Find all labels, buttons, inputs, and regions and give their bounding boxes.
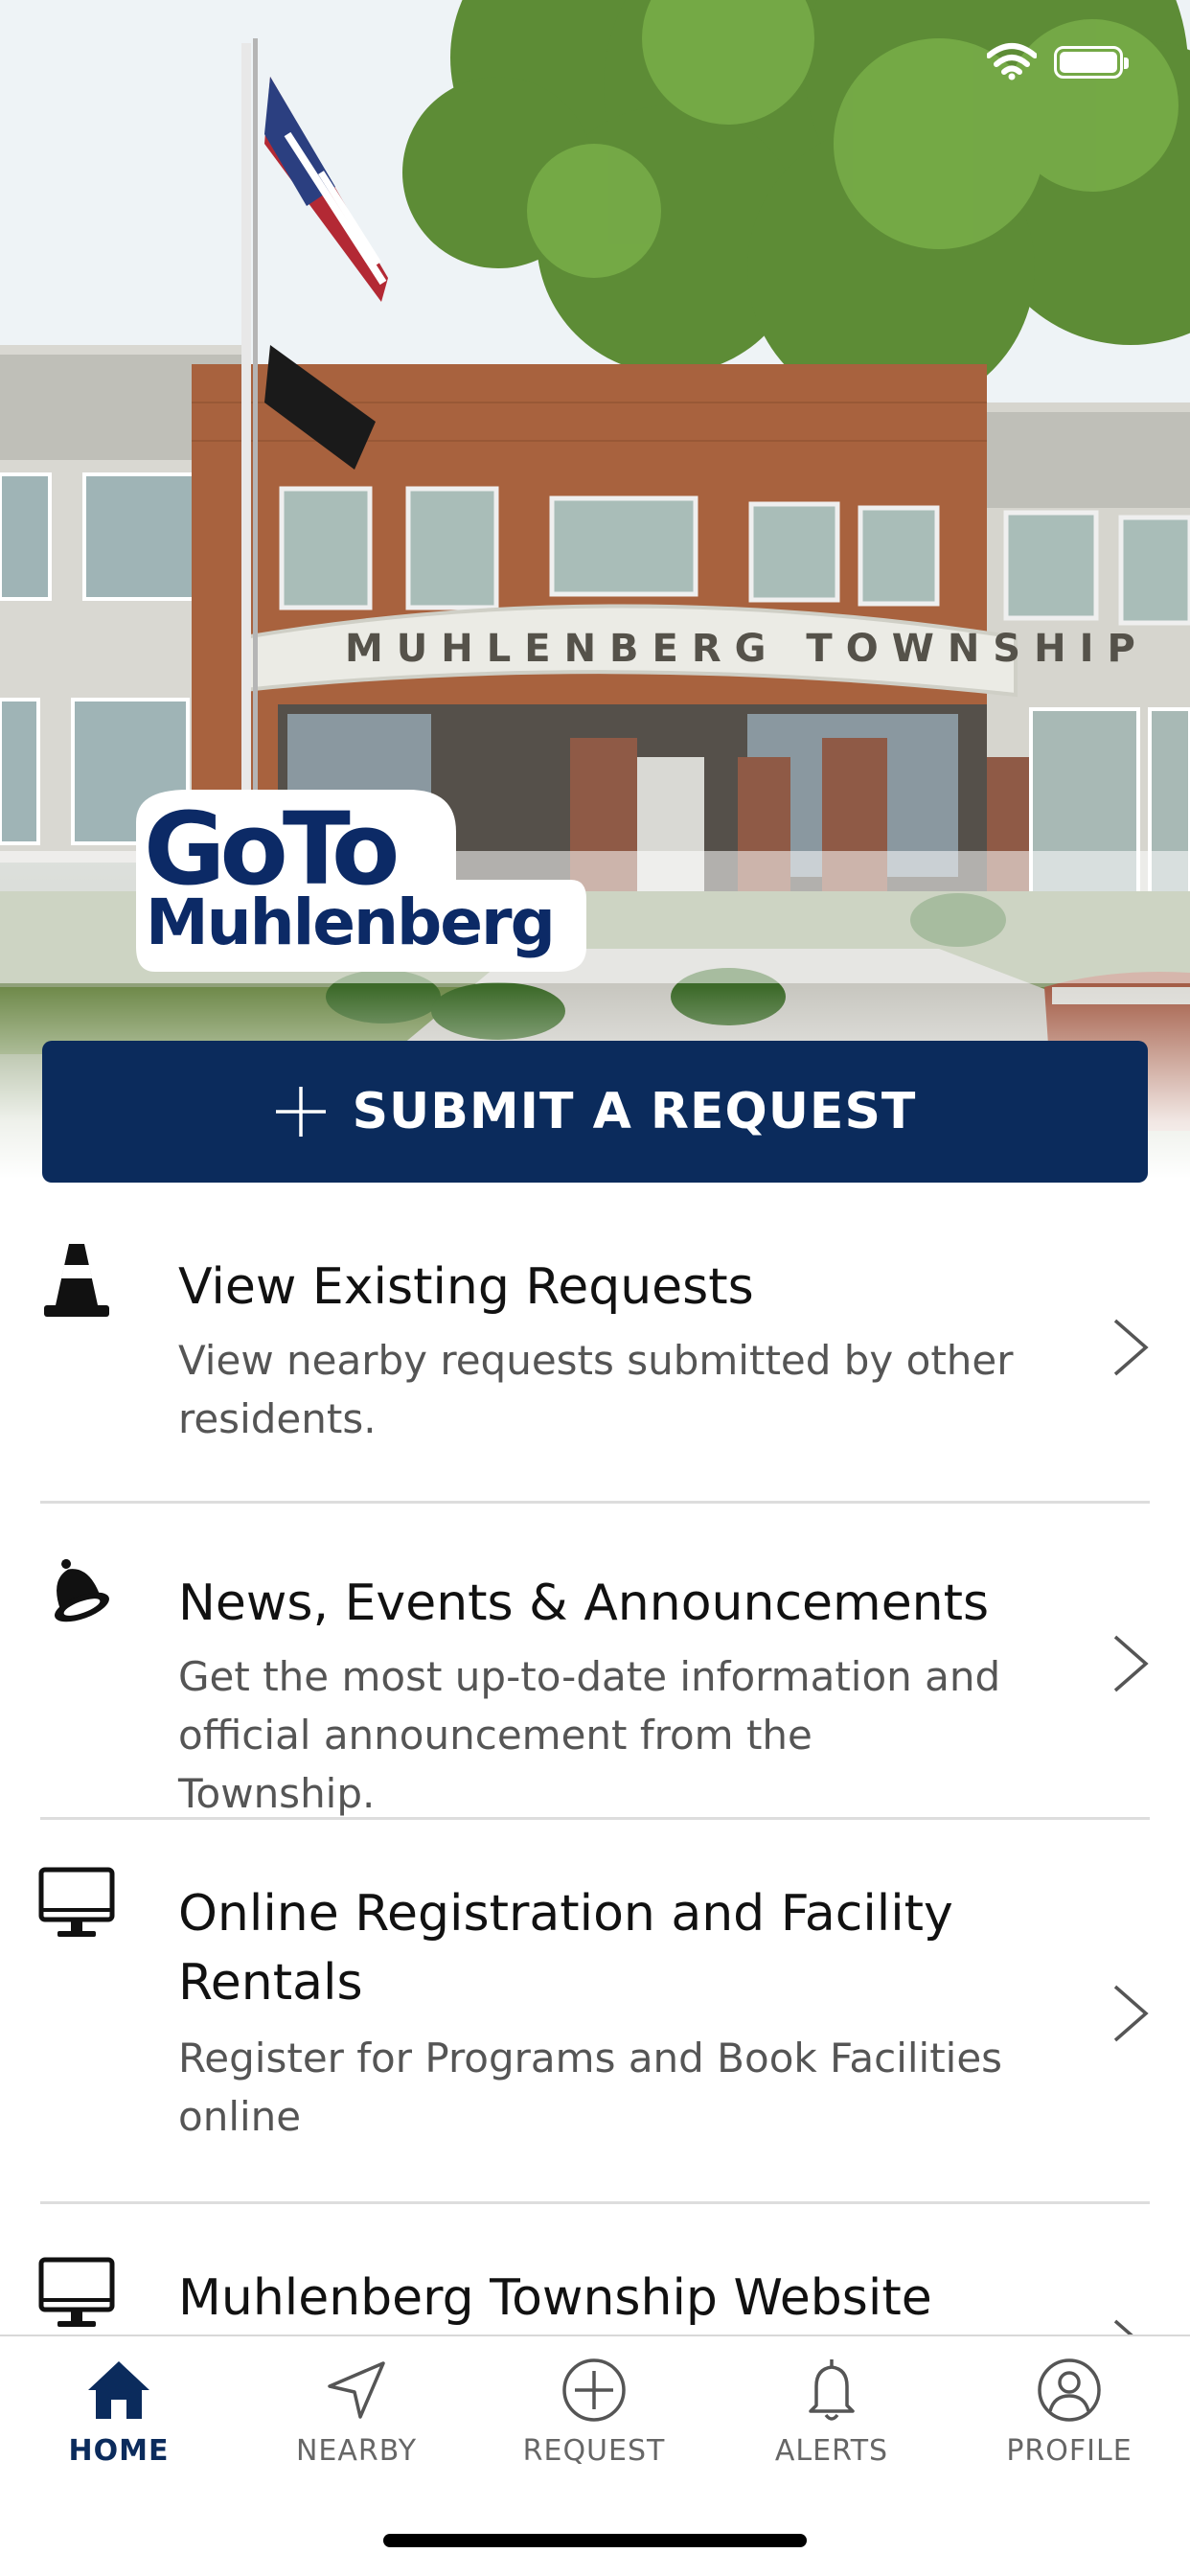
submit-request-button[interactable]: SUBMIT A REQUEST bbox=[42, 1041, 1148, 1183]
menu-item-description: View nearby requests submitted by other … bbox=[178, 1337, 1014, 1442]
logo-muhlenberg-text: Muhlenberg bbox=[146, 886, 556, 959]
computer-monitor-icon bbox=[38, 2257, 115, 2327]
menu-item-description: Register for Programs and Book Facilitie… bbox=[178, 2035, 1003, 2140]
logo-goto-text: GoTo bbox=[144, 791, 400, 908]
tab-alerts[interactable]: ALERTS bbox=[713, 2336, 950, 2499]
plus-circle-icon bbox=[562, 2358, 626, 2422]
menu-item-title: Online Registration and Facility Rentals bbox=[178, 1885, 953, 2012]
traffic-cone-icon bbox=[44, 1244, 109, 1317]
tab-label: PROFILE bbox=[1006, 2434, 1133, 2468]
chevron-right-icon bbox=[1113, 1985, 1149, 2042]
chevron-right-icon bbox=[1113, 1635, 1149, 1692]
tab-label: REQUEST bbox=[522, 2434, 666, 2468]
user-circle-icon bbox=[1038, 2358, 1101, 2422]
tab-home[interactable]: HOME bbox=[0, 2336, 238, 2499]
tab-label: HOME bbox=[68, 2434, 170, 2468]
submit-request-label: SUBMIT A REQUEST bbox=[352, 1083, 917, 1140]
tab-label: ALERTS bbox=[774, 2434, 889, 2468]
chevron-right-icon bbox=[1113, 2319, 1133, 2334]
location-arrow-icon bbox=[328, 2361, 385, 2419]
menu-item-description: Get the most up-to-date information and … bbox=[178, 1653, 1001, 1817]
wifi-icon bbox=[987, 43, 1037, 80]
tab-profile[interactable]: PROFILE bbox=[950, 2336, 1188, 2499]
menu-item-online-registration[interactable]: Online Registration and Facility Rentals… bbox=[0, 1820, 1190, 2203]
goto-muhlenberg-logo: GoTo Muhlenberg bbox=[130, 784, 590, 976]
tab-nearby[interactable]: NEARBY bbox=[238, 2336, 475, 2499]
menu-item-news-events[interactable]: News, Events & Announcements Get the mos… bbox=[0, 1504, 1190, 1819]
menu-item-title: View Existing Requests bbox=[178, 1258, 754, 1316]
computer-monitor-icon bbox=[38, 1867, 115, 1937]
home-indicator[interactable] bbox=[383, 2534, 807, 2547]
tab-request[interactable]: REQUEST bbox=[475, 2336, 713, 2499]
status-bar bbox=[0, 0, 1190, 125]
bell-icon bbox=[54, 1558, 109, 1622]
menu-item-title: News, Events & Announcements bbox=[178, 1575, 990, 1632]
menu-item-view-existing-requests[interactable]: View Existing Requests View nearby reque… bbox=[0, 1183, 1190, 1502]
menu-item-township-website[interactable]: Muhlenberg Township Website bbox=[0, 2204, 1190, 2334]
building-sign: MUHLENBERG TOWNSHIP bbox=[345, 627, 1149, 671]
bell-icon bbox=[809, 2359, 855, 2421]
battery-icon bbox=[1054, 46, 1129, 79]
menu-item-title: Muhlenberg Township Website bbox=[178, 2269, 932, 2327]
home-icon bbox=[88, 2361, 149, 2419]
plus-icon bbox=[275, 1087, 326, 1137]
chevron-right-icon bbox=[1113, 1319, 1149, 1376]
tab-label: NEARBY bbox=[295, 2434, 418, 2468]
menu-list: View Existing Requests View nearby reque… bbox=[0, 1183, 1190, 2334]
hero-image: MUHLENBERG TOWNSHIP bbox=[0, 0, 1190, 1179]
